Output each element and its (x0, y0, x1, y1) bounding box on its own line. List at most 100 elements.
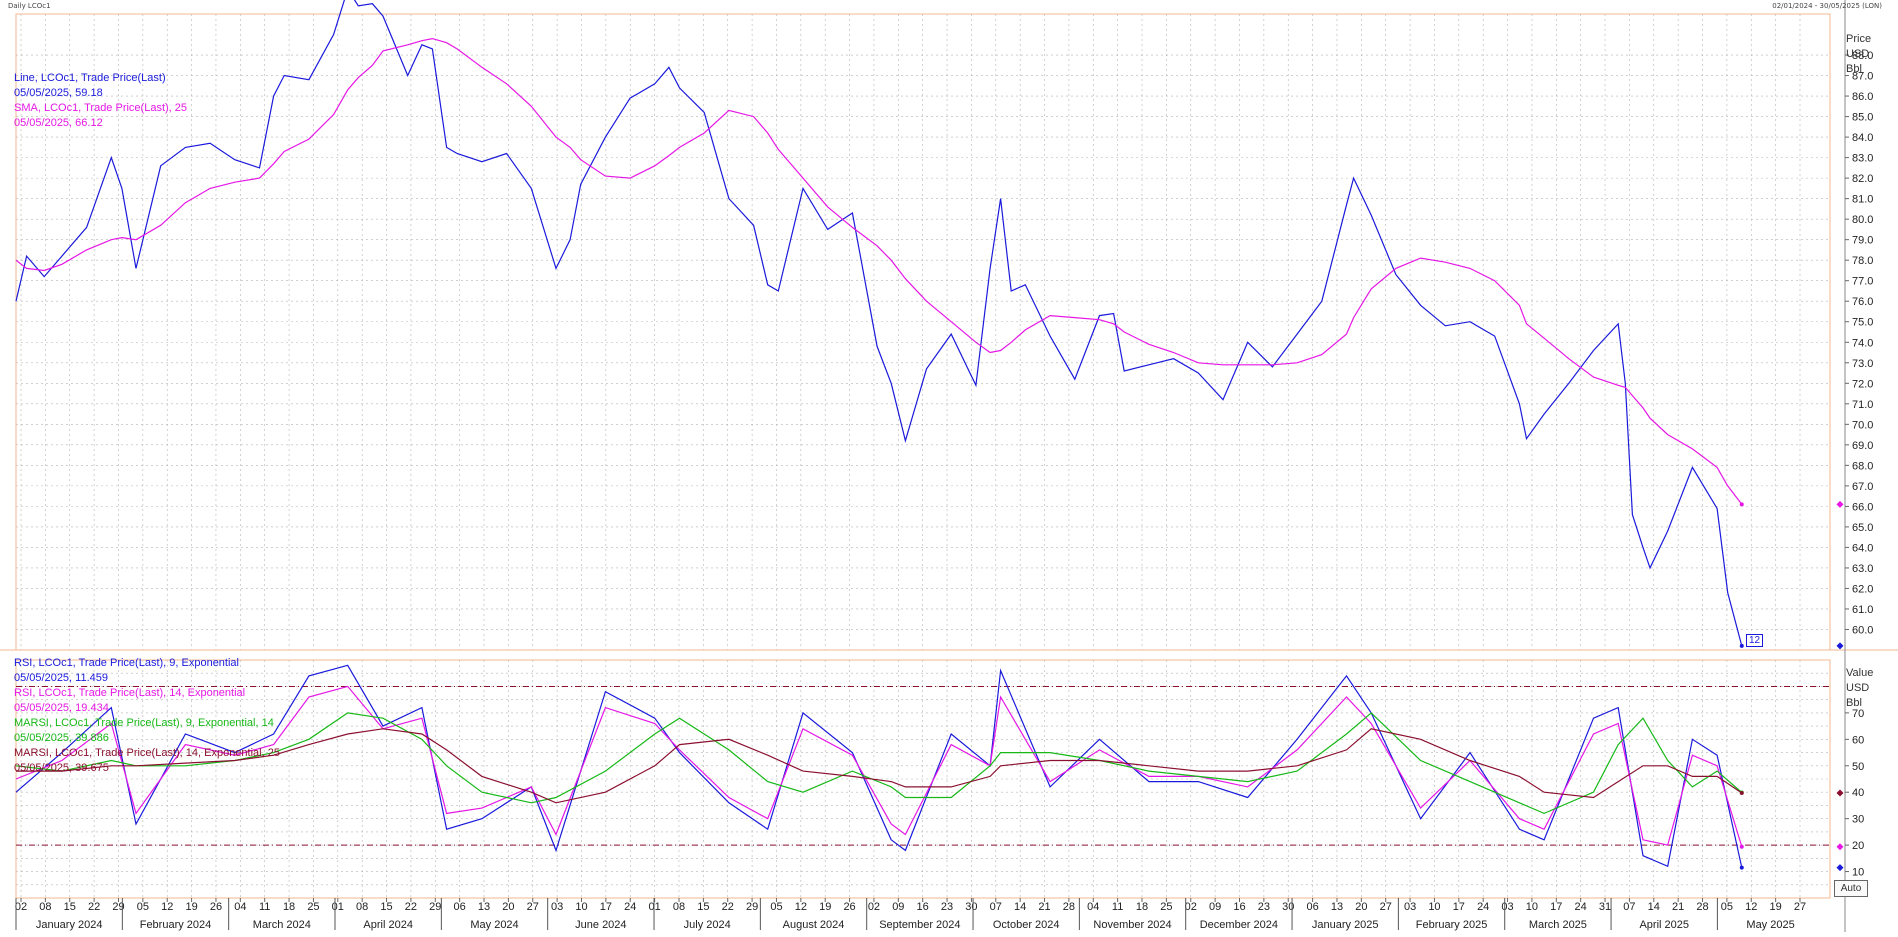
price-tick-label: 74.0 (1852, 337, 1873, 349)
x-axis-ticks: 02 08 15 22 29 05 12 19 26 04 11 18 25 01 08 15 22 29 06 13… (15, 898, 1806, 931)
x-tick-label: 25 (307, 901, 319, 913)
legend-entry: Line, LCOc1, Trade Price(Last) (14, 72, 166, 84)
x-tick-label: 13 (478, 901, 490, 913)
legend-entry: 05/05/2025, 66.12 (14, 117, 103, 129)
x-tick-label: 17 (1550, 901, 1562, 913)
x-tick-label: 08 (39, 901, 51, 913)
price-tick-label: 61.0 (1852, 604, 1873, 616)
x-tick-label: 07 (990, 901, 1002, 913)
legend-entry: RSI, LCOc1, Trade Price(Last), 14, Expon… (14, 687, 246, 699)
price-tick-label: 68.0 (1852, 460, 1873, 472)
x-tick-label: 16 (917, 901, 929, 913)
x-tick-label: 24 (1575, 901, 1587, 913)
x-tick-label: 06 (454, 901, 466, 913)
series-end-point-1 (1739, 502, 1744, 507)
price-tick-label: 82.0 (1852, 173, 1873, 185)
legend-entry: MARSI, LCOc1, Trade Price(Last), 9, Expo… (14, 717, 274, 729)
price-axis-title-1: Price (1846, 33, 1872, 45)
x-tick-label: 09 (1209, 901, 1221, 913)
x-tick-label: 20 (502, 901, 514, 913)
axis-value-marker (1836, 789, 1844, 797)
price-tick-label: 79.0 (1852, 235, 1873, 247)
price-tick-label: 60.0 (1852, 624, 1873, 636)
x-tick-label: 19 (185, 901, 197, 913)
price-tick-label: 70.0 (1852, 419, 1873, 431)
month-label: February 2024 (140, 919, 212, 931)
x-tick-label: 26 (843, 901, 855, 913)
month-label: October 2024 (993, 919, 1060, 931)
price-tick-label: 78.0 (1852, 255, 1873, 267)
month-label: January 2024 (36, 919, 103, 931)
value-axis-title-2: USD (1846, 682, 1870, 694)
month-label: January 2025 (1312, 919, 1379, 931)
month-label: March 2025 (1529, 919, 1587, 931)
price-tick-label: 62.0 (1852, 583, 1873, 595)
x-tick-label: 03 (1501, 901, 1513, 913)
x-tick-label: 01 (648, 901, 660, 913)
axis-value-marker (1836, 500, 1844, 508)
x-tick-label: 21 (1672, 901, 1684, 913)
x-tick-label: 10 (1428, 901, 1440, 913)
header-date-range: 02/01/2024 - 30/05/2025 (LON) (1772, 2, 1882, 10)
price-tick-label: 72.0 (1852, 378, 1873, 390)
series-end-point-0 (1739, 643, 1744, 648)
price-axis-title-2: USD (1846, 48, 1870, 60)
auto-scale-button[interactable]: Auto (1834, 880, 1868, 897)
price-tick-label: 65.0 (1852, 522, 1873, 534)
price-tick-label: 69.0 (1852, 440, 1873, 452)
x-tick-label: 22 (722, 901, 734, 913)
axis-value-marker (1836, 642, 1844, 650)
x-tick-label: 14 (1014, 901, 1026, 913)
x-tick-label: 10 (575, 901, 587, 913)
x-tick-label: 05 (770, 901, 782, 913)
price-tick-label: 76.0 (1852, 296, 1873, 308)
grid-lines (16, 14, 1830, 898)
x-tick-label: 23 (941, 901, 953, 913)
x-tick-label: 21 (1038, 901, 1050, 913)
month-label: June 2024 (575, 919, 626, 931)
price-axis-title-3: Bbl (1846, 63, 1862, 75)
x-tick-label: 05 (1721, 901, 1733, 913)
x-tick-label: 22 (405, 901, 417, 913)
x-tick-label: 26 (210, 901, 222, 913)
x-tick-label: 04 (1087, 901, 1099, 913)
price-tick-label: 84.0 (1852, 132, 1873, 144)
x-tick-label: 15 (697, 901, 709, 913)
price-tick-label: 86.0 (1852, 91, 1873, 103)
price-tick-label: 63.0 (1852, 563, 1873, 575)
legend-entry: MARSI, LCOc1, Trade Price(Last), 14, Exp… (14, 747, 280, 759)
x-tick-label: 09 (892, 901, 904, 913)
x-tick-label: 23 (1258, 901, 1270, 913)
month-label: July 2024 (684, 919, 731, 931)
x-tick-label: 15 (380, 901, 392, 913)
x-tick-label: 04 (234, 901, 246, 913)
legend-entry: SMA, LCOc1, Trade Price(Last), 25 (14, 102, 188, 114)
month-label: May 2025 (1746, 919, 1794, 931)
series-end-point-0 (1739, 865, 1744, 870)
x-tick-label: 27 (527, 901, 539, 913)
x-tick-label: 08 (356, 901, 368, 913)
x-tick-label: 18 (1136, 901, 1148, 913)
value-tick-label: 40 (1852, 787, 1864, 799)
legend-entry: 05/05/2025, 59.18 (14, 87, 103, 99)
x-tick-label: 02 (1185, 901, 1197, 913)
chart-canvas[interactable]: 60.0 61.0 62.0 63.0 64.0 65.0 66.0 67.0 68.0 69.0… (0, 0, 1898, 932)
x-tick-label: 17 (600, 901, 612, 913)
x-tick-label: 19 (1770, 901, 1782, 913)
value-tick-label: 20 (1852, 840, 1864, 852)
value-tick-label: 10 (1852, 867, 1864, 879)
price-tick-label: 71.0 (1852, 399, 1873, 411)
x-tick-label: 31 (1599, 901, 1611, 913)
x-tick-label: 27 (1380, 901, 1392, 913)
x-tick-label: 12 (1745, 901, 1757, 913)
panel-frames (0, 0, 1898, 932)
month-label: February 2025 (1416, 919, 1488, 931)
month-label: November 2024 (1093, 919, 1171, 931)
month-label: May 2024 (470, 919, 518, 931)
x-tick-label: 02 (868, 901, 880, 913)
series-end-point-3 (1739, 791, 1744, 796)
x-tick-label: 24 (1477, 901, 1489, 913)
x-tick-label: 05 (137, 901, 149, 913)
x-tick-label: 16 (1233, 901, 1245, 913)
x-tick-label: 08 (673, 901, 685, 913)
